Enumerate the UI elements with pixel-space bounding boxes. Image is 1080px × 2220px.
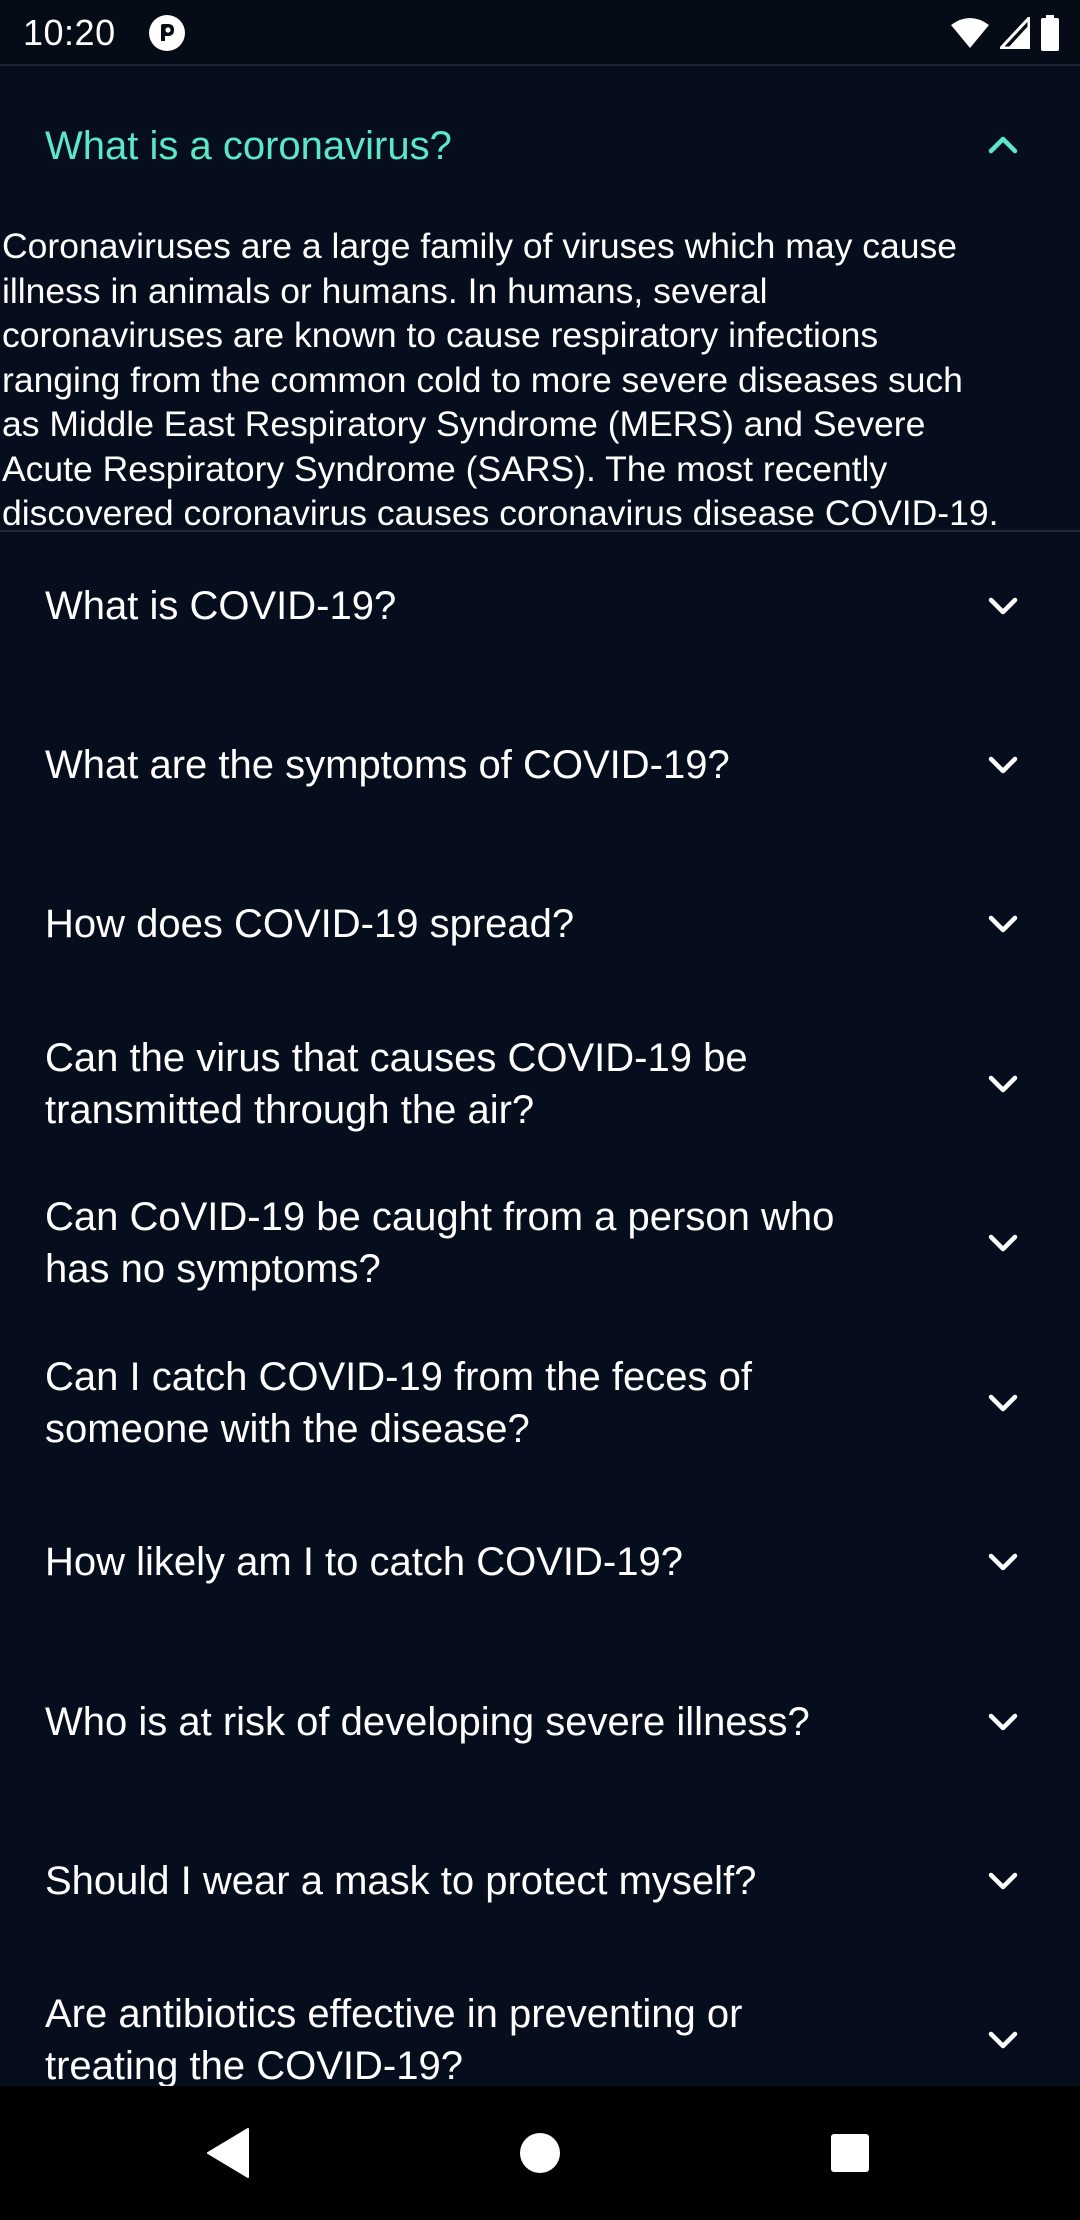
faq-question-title: How likely am I to catch COVID-19? bbox=[45, 1536, 925, 1588]
faq-item[interactable]: Can CoVID-19 be caught from a person who… bbox=[0, 1169, 1080, 1328]
chevron-down-icon[interactable] bbox=[985, 1225, 1021, 1261]
faq-list: What is a coronavirus? Coronaviruses are… bbox=[0, 66, 1080, 2086]
chevron-down-icon[interactable] bbox=[985, 906, 1021, 942]
faq-question-title: What are the symptoms of COVID-19? bbox=[45, 739, 925, 791]
answer-line: Coronaviruses are a large family of viru… bbox=[2, 226, 957, 266]
faq-item[interactable]: What are the symptoms of COVID-19? bbox=[0, 691, 1080, 850]
question-line: transmitted through the air? bbox=[45, 1088, 535, 1132]
faq-question-title: What is a coronavirus? bbox=[45, 124, 452, 168]
faq-item[interactable]: Can the virus that causes COVID-19 be tr… bbox=[0, 1010, 1080, 1169]
faq-question-title: Should I wear a mask to protect myself? bbox=[45, 1855, 925, 1907]
signal-icon bbox=[1000, 17, 1030, 49]
answer-line: illness in animals or humans. In humans,… bbox=[2, 270, 768, 311]
recents-icon[interactable] bbox=[820, 2123, 880, 2183]
status-bar: 10:20 bbox=[0, 0, 1080, 66]
navigation-bar bbox=[0, 2086, 1080, 2220]
wifi-icon bbox=[951, 18, 989, 48]
battery-icon bbox=[1041, 15, 1059, 51]
faq-question-title: How does COVID-19 spread? bbox=[45, 898, 925, 950]
question-line: What are the symptoms of COVID-19? bbox=[45, 743, 730, 787]
faq-question-title: Can I catch COVID-19 from the feces of s… bbox=[45, 1351, 925, 1455]
question-line: How likely am I to catch COVID-19? bbox=[45, 1540, 683, 1584]
question-line: Should I wear a mask to protect myself? bbox=[45, 1859, 757, 1903]
question-line: Can the virus that causes COVID-19 be bbox=[45, 1036, 748, 1080]
faq-item[interactable]: What is COVID-19? bbox=[0, 532, 1080, 691]
question-line: someone with the disease? bbox=[45, 1407, 530, 1451]
back-icon[interactable] bbox=[200, 2123, 260, 2183]
chevron-down-icon[interactable] bbox=[985, 747, 1021, 783]
faq-answer-text: Coronaviruses are a large family of viru… bbox=[2, 224, 1078, 536]
chevron-down-icon[interactable] bbox=[985, 1385, 1021, 1421]
chevron-down-icon[interactable] bbox=[985, 1066, 1021, 1102]
question-line: Who is at risk of developing severe illn… bbox=[45, 1700, 810, 1744]
faq-item[interactable]: Can I catch COVID-19 from the feces of s… bbox=[0, 1329, 1080, 1488]
faq-item[interactable]: Should I wear a mask to protect myself? bbox=[0, 1807, 1080, 1966]
faq-question-title: Are antibiotics effective in preventing … bbox=[45, 1988, 925, 2086]
app-screen: 10:20 What is a coronavirus? Coronavirus… bbox=[0, 0, 1080, 2220]
question-line: How does COVID-19 spread? bbox=[45, 902, 575, 946]
chevron-down-icon[interactable] bbox=[985, 2022, 1021, 2058]
answer-line: as Middle East Respiratory Syndrome (MER… bbox=[2, 404, 926, 444]
status-time: 10:20 bbox=[23, 12, 116, 53]
faq-item-expanded: What is a coronavirus? Coronaviruses are… bbox=[0, 66, 1080, 533]
faq-question-title: Can CoVID-19 be caught from a person who… bbox=[45, 1191, 925, 1295]
faq-item[interactable]: Are antibiotics effective in preventing … bbox=[0, 1966, 1080, 2086]
answer-line: discovered coronavirus causes coronaviru… bbox=[2, 493, 999, 533]
chevron-down-icon[interactable] bbox=[985, 588, 1021, 624]
app-notification-icon bbox=[149, 15, 185, 51]
faq-item[interactable]: How likely am I to catch COVID-19? bbox=[0, 1488, 1080, 1647]
faq-item[interactable]: How does COVID-19 spread? bbox=[0, 850, 1080, 1009]
question-line: Are antibiotics effective in preventing … bbox=[45, 1992, 743, 2036]
question-line: has no symptoms? bbox=[45, 1247, 381, 1291]
chevron-down-icon[interactable] bbox=[985, 1704, 1021, 1740]
question-line: treating the COVID-19? bbox=[45, 2044, 463, 2086]
faq-question-header[interactable]: What is a coronavirus? bbox=[0, 66, 1080, 226]
answer-line: Acute Respiratory Syndrome (SARS). The m… bbox=[2, 448, 888, 489]
answer-line: coronaviruses are known to cause respira… bbox=[2, 315, 879, 355]
chevron-down-icon[interactable] bbox=[985, 1544, 1021, 1580]
question-line: What is COVID-19? bbox=[45, 584, 397, 628]
faq-question-title: What is COVID-19? bbox=[45, 580, 925, 632]
answer-line: ranging from the common cold to more sev… bbox=[2, 359, 963, 400]
question-line: Can CoVID-19 be caught from a person who bbox=[45, 1195, 835, 1239]
faq-question-title: Can the virus that causes COVID-19 be tr… bbox=[45, 1032, 925, 1136]
faq-question-title: Who is at risk of developing severe illn… bbox=[45, 1696, 925, 1748]
chevron-down-icon[interactable] bbox=[985, 1863, 1021, 1899]
faq-item[interactable]: Who is at risk of developing severe illn… bbox=[0, 1648, 1080, 1807]
chevron-up-icon[interactable] bbox=[985, 127, 1021, 163]
question-line: Can I catch COVID-19 from the feces of bbox=[45, 1355, 752, 1399]
home-icon[interactable] bbox=[510, 2123, 570, 2183]
status-icons bbox=[950, 14, 1060, 52]
